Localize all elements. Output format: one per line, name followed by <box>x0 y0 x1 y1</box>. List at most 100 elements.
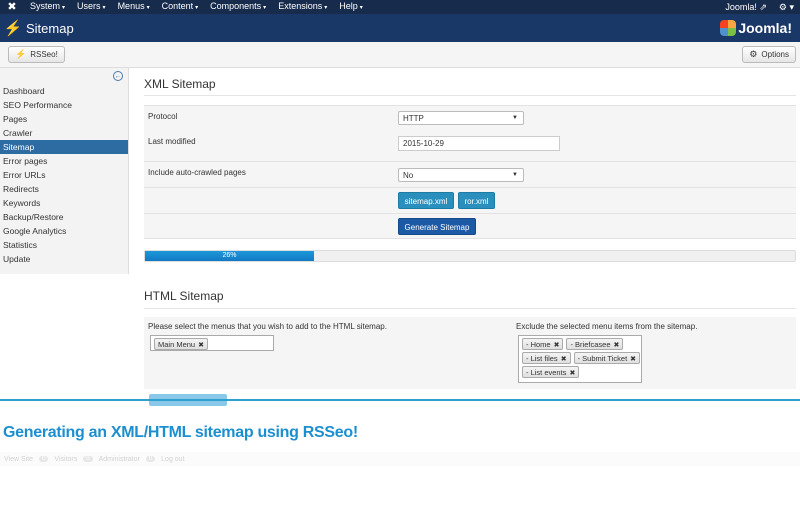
sidebar-item-sitemap[interactable]: Sitemap <box>0 140 128 154</box>
sidebar-item-crawler[interactable]: Crawler <box>0 126 128 140</box>
menus-multiselect[interactable]: Main Menu ✖ <box>150 335 274 351</box>
divider <box>144 95 796 96</box>
sidebar-item-statistics[interactable]: Statistics <box>0 238 128 252</box>
excluded-item-chip[interactable]: - List events ✖ <box>522 366 580 378</box>
page-title: Sitemap <box>26 20 74 36</box>
gear-icon[interactable]: ⚙ ▾ <box>773 2 800 13</box>
chip-label: - List files <box>526 354 558 363</box>
page-header: ⚡ Sitemap Joomla! <box>0 14 800 42</box>
logo-text: Joomla! <box>738 20 792 36</box>
generate-row: Generate Sitemap <box>144 213 796 239</box>
options-button[interactable]: ⚙ Options <box>742 46 796 63</box>
protocol-label: Protocol <box>148 112 178 121</box>
caret-down-icon: ▾ <box>195 5 199 11</box>
gear-icon: ⚙ <box>749 49 758 59</box>
last-modified-input[interactable]: 2015-10-29 <box>398 136 560 151</box>
sidebar-item-error-urls[interactable]: Error URLs <box>0 168 128 182</box>
sidebar-item-seo-performance[interactable]: SEO Performance <box>0 98 128 112</box>
sidebar-item-redirects[interactable]: Redirects <box>0 182 128 196</box>
sidebar-item-google-analytics[interactable]: Google Analytics <box>0 224 128 238</box>
messages-count-badge: 0 <box>145 456 156 462</box>
remove-icon[interactable]: ✖ <box>554 342 560 349</box>
chip-label: - Submit Ticket <box>577 354 628 363</box>
selected-menu-chip[interactable]: Main Menu ✖ <box>154 338 208 350</box>
options-label: Options <box>761 50 789 59</box>
remove-icon[interactable]: ✖ <box>569 370 575 377</box>
progress-fill: 26% <box>145 251 314 261</box>
exclude-multiselect[interactable]: - Home ✖ - Briefcasee ✖- List files ✖ - Submi… <box>518 335 642 383</box>
lightning-icon: ⚡ <box>3 20 23 37</box>
sidebar-item-update[interactable]: Update <box>0 252 128 266</box>
sitemap-progress-bar: 26% <box>144 250 796 262</box>
autocrawl-value: No <box>403 171 414 180</box>
menu-label: Help <box>339 1 358 11</box>
menu-components[interactable]: Components ▾ <box>204 0 272 15</box>
joomla-logo-icon <box>720 20 737 36</box>
xml-sitemap-heading: XML Sitemap <box>144 77 216 91</box>
chip-label: - List events <box>526 368 567 377</box>
menu-label: Content <box>161 1 194 11</box>
sitemap-xml-button[interactable]: sitemap.xml <box>398 192 454 209</box>
excluded-item-chip[interactable]: - Submit Ticket ✖ <box>573 352 641 364</box>
remove-icon[interactable]: ✖ <box>561 356 567 363</box>
remove-icon[interactable]: ✖ <box>614 342 620 349</box>
autocrawl-select[interactable]: No ▼ <box>398 168 524 182</box>
collapse-sidebar-icon[interactable]: ← <box>113 71 123 81</box>
sidebar-item-pages[interactable]: Pages <box>0 112 128 126</box>
site-link[interactable]: Joomla! ⇗ <box>719 2 773 13</box>
divider <box>144 308 796 309</box>
excluded-item-chip[interactable]: - Briefcasee ✖ <box>566 338 624 350</box>
sidebar-item-backup-restore[interactable]: Backup/Restore <box>0 210 128 224</box>
toolbar: ⚡ RSSeo! ⚙ Options <box>0 42 800 68</box>
caret-down-icon: ▾ <box>263 5 267 11</box>
sidebar: ← Dashboard SEO Performance Pages Crawle… <box>0 68 129 274</box>
view-site-link[interactable]: View Site <box>4 456 33 463</box>
menu-extensions[interactable]: Extensions ▾ <box>272 0 333 15</box>
sitemap-files-row: sitemap.xml ror.xml <box>144 187 796 213</box>
chip-label: - Home <box>526 340 551 349</box>
remove-icon[interactable]: ✖ <box>198 342 204 349</box>
visitors-count-badge: 0 <box>39 456 49 462</box>
chevron-down-icon: ▼ <box>512 172 518 178</box>
rsseo-label: RSSeo! <box>30 50 58 59</box>
sidebar-item-keywords[interactable]: Keywords <box>0 196 128 210</box>
sidebar-item-dashboard[interactable]: Dashboard <box>0 84 128 98</box>
menu-label: Users <box>77 1 101 11</box>
menu-menus[interactable]: Menus ▾ <box>112 0 156 15</box>
html-settings-block: Please select the menus that you wish to… <box>144 317 796 389</box>
xml-settings-block: Protocol HTTP ▼ Last modified 2015-10-29 <box>144 105 796 161</box>
admin-menubar: ✖ System ▾ Users ▾ Menus ▾ Content ▾ Compone… <box>0 0 800 14</box>
caret-down-icon: ▾ <box>324 5 328 11</box>
caret-down-icon: ▾ <box>146 5 150 11</box>
ror-xml-button[interactable]: ror.xml <box>458 192 495 209</box>
protocol-select[interactable]: HTTP ▼ <box>398 111 524 125</box>
lightning-icon: ⚡ <box>15 49 27 59</box>
excluded-item-chip[interactable]: - Home ✖ <box>522 338 564 350</box>
autocrawl-label: Include auto-crawled pages <box>148 168 246 177</box>
html-sitemap-heading: HTML Sitemap <box>144 289 224 303</box>
caret-down-icon: ▾ <box>359 5 363 11</box>
sidebar-item-error-pages[interactable]: Error pages <box>0 154 128 168</box>
menu-help[interactable]: Help ▾ <box>333 0 369 15</box>
logout-link[interactable]: Log out <box>161 456 184 463</box>
last-modified-label: Last modified <box>148 137 196 146</box>
chip-label: Main Menu <box>158 340 196 349</box>
status-bar: View Site 0 Visitors 0 Administrator 0 L… <box>0 452 800 466</box>
protocol-value: HTTP <box>403 114 424 123</box>
administrator-label: Administrator <box>98 455 140 463</box>
menu-system[interactable]: System ▾ <box>24 0 71 15</box>
menu-users[interactable]: Users ▾ <box>71 0 112 15</box>
caption-divider <box>0 399 800 401</box>
joomla-icon[interactable]: ✖ <box>0 0 24 14</box>
menu-label: Extensions <box>278 1 323 11</box>
menu-label: System <box>30 1 61 11</box>
autocrawl-row: Include auto-crawled pages No ▼ <box>144 161 796 187</box>
visitors-label: Visitors <box>54 455 78 463</box>
chevron-down-icon: ▼ <box>512 115 518 121</box>
excluded-item-chip[interactable]: - List files ✖ <box>522 352 571 364</box>
remove-icon[interactable]: ✖ <box>630 356 636 363</box>
generate-sitemap-button[interactable]: Generate Sitemap <box>398 218 476 235</box>
sidebar-menu: Dashboard SEO Performance Pages Crawler … <box>0 84 128 266</box>
rsseo-button[interactable]: ⚡ RSSeo! <box>8 46 65 63</box>
menu-content[interactable]: Content ▾ <box>156 0 205 15</box>
